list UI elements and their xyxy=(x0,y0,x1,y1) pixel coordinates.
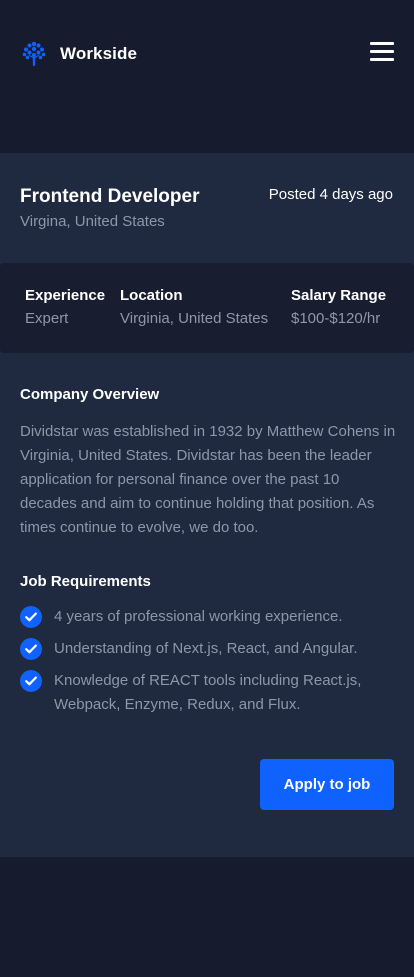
requirement-text: 4 years of professional working experien… xyxy=(54,608,343,625)
hamburger-menu-icon[interactable] xyxy=(370,41,394,63)
experience-value: Expert xyxy=(25,310,69,327)
salary-label: Salary Range xyxy=(291,287,387,304)
menu-bar xyxy=(370,58,394,61)
location-detail: Location Virginia, United States xyxy=(120,287,268,327)
salary-detail: Salary Range $100-$120/hr xyxy=(291,287,386,327)
menu-bar xyxy=(370,42,394,45)
location-label: Location xyxy=(120,287,183,304)
salary-value: $100-$120/hr xyxy=(291,310,381,327)
location-value: Virginia, United States xyxy=(120,310,269,327)
requirements-list: 4 years of professional working experien… xyxy=(20,606,400,726)
check-circle-icon xyxy=(20,606,42,628)
apply-to-job-button[interactable]: Apply to job xyxy=(260,759,394,810)
requirement-text: Knowledge of REACT tools including React… xyxy=(54,672,362,713)
job-location: Virgina, United States xyxy=(20,213,165,230)
requirement-text: Understanding of Next.js, React, and Ang… xyxy=(54,640,358,657)
brand-name: Workside xyxy=(60,44,138,63)
brand[interactable]: Workside xyxy=(20,40,137,68)
experience-label: Experience xyxy=(25,287,106,304)
list-item: Understanding of Next.js, React, and Ang… xyxy=(20,638,400,661)
menu-bar xyxy=(370,50,394,53)
check-circle-icon xyxy=(20,638,42,660)
experience-detail: Experience Expert xyxy=(25,287,105,327)
company-overview-heading: Company Overview xyxy=(20,386,160,403)
list-item: Knowledge of REACT tools including React… xyxy=(20,670,400,717)
list-item: 4 years of professional working experien… xyxy=(20,606,400,629)
posted-date: Posted 4 days ago xyxy=(268,186,393,203)
job-title: Frontend Developer xyxy=(20,186,200,207)
top-nav: Workside xyxy=(0,0,414,153)
company-overview-text: Dividstar was established in 1932 by Mat… xyxy=(20,423,396,536)
job-details-box: Experience Expert Location Virginia, Uni… xyxy=(0,263,414,353)
tree-logo-icon xyxy=(22,41,46,66)
job-requirements-heading: Job Requirements xyxy=(20,573,151,590)
check-circle-icon xyxy=(20,670,42,692)
